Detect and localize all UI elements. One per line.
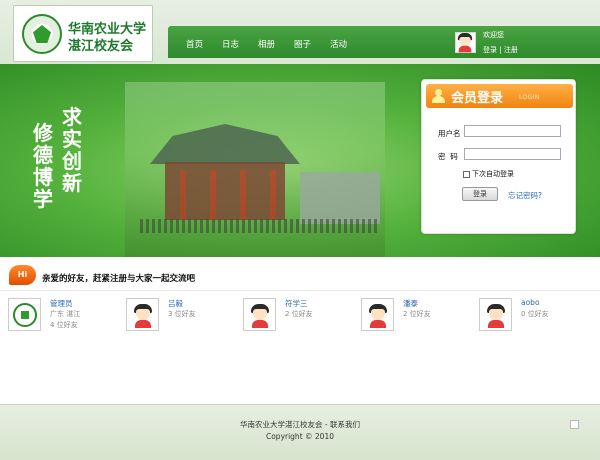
motto-char: 博: [33, 165, 53, 189]
login-title-en: LOGIN: [519, 93, 540, 101]
password-label: 密 码: [438, 152, 458, 161]
main-nav: 首页 日志 相册 圈子 活动: [168, 26, 600, 58]
friend-card: 管理员 广东 湛江 4 位好友: [8, 298, 118, 338]
friend-avatar[interactable]: [243, 298, 276, 331]
user-icon: [432, 89, 445, 103]
friend-card: 符学三 2 位好友: [243, 298, 353, 338]
friend-avatar[interactable]: [126, 298, 159, 331]
friend-avatar[interactable]: [479, 298, 512, 331]
nav-item-events[interactable]: 活动: [330, 38, 347, 50]
back-to-top-icon[interactable]: [570, 420, 579, 429]
nav-item-blog[interactable]: 日志: [222, 38, 239, 50]
friend-count: 2 位好友: [285, 310, 313, 318]
crowd: [140, 219, 380, 233]
friend-count: 4 位好友: [50, 321, 78, 329]
campus-building: [300, 172, 380, 224]
auth-links: 登录 | 注册: [483, 45, 518, 55]
register-link[interactable]: 注册: [504, 46, 518, 54]
campus-hall: [165, 162, 285, 220]
motto-char: 修: [33, 121, 53, 145]
motto-char: 创: [62, 149, 82, 173]
motto-char: 德: [33, 143, 53, 167]
default-user-avatar-icon: [133, 304, 153, 328]
login-submit-button[interactable]: 登录: [462, 187, 498, 201]
friend-card: 吕毅 3 位好友: [126, 298, 236, 338]
nav-item-home[interactable]: 首页: [186, 38, 203, 50]
username-input[interactable]: [464, 125, 561, 137]
auth-separator: |: [499, 46, 502, 54]
divider: [0, 290, 600, 291]
member-login-panel: 会员登录 LOGIN 用户名 密 码 下次自动登录 登录 忘记密码?: [421, 79, 576, 234]
motto-char: 求: [62, 105, 82, 129]
default-user-avatar-icon: [250, 304, 270, 328]
friend-location: 广东 湛江: [50, 310, 81, 318]
remember-label: 下次自动登录: [472, 170, 514, 178]
default-user-avatar-icon: [457, 33, 473, 53]
friend-avatar[interactable]: [361, 298, 394, 331]
friend-card: 潘泰 2 位好友: [361, 298, 471, 338]
username-label: 用户名: [438, 129, 461, 138]
friend-name[interactable]: aobo: [521, 298, 540, 307]
friend-card: aobo 0 位好友: [479, 298, 589, 338]
motto-col-right: 求 实 创 新: [62, 106, 82, 194]
motto-char: 新: [62, 171, 82, 195]
footer-links[interactable]: 华南农业大学湛江校友会 - 联系我们: [0, 419, 600, 430]
login-link[interactable]: 登录: [483, 46, 497, 54]
remember-me[interactable]: 下次自动登录: [463, 169, 514, 179]
welcome-text: 欢迎您: [483, 31, 504, 39]
site-logo[interactable]: 华南农业大学 湛江校友会: [13, 5, 153, 62]
motto-char: 实: [62, 127, 82, 151]
motto-char: 学: [33, 187, 53, 211]
password-input[interactable]: [464, 148, 561, 160]
friend-count: 0 位好友: [521, 310, 549, 318]
friend-count: 3 位好友: [168, 310, 196, 318]
university-emblem-icon: [13, 303, 37, 327]
motto-col-left: 修 德 博 学: [33, 122, 53, 210]
friend-count: 2 位好友: [403, 310, 431, 318]
nav-item-album[interactable]: 相册: [258, 38, 275, 50]
nav-item-groups[interactable]: 圈子: [294, 38, 311, 50]
friends-title: 亲爱的好友，赶紧注册与大家一起交流吧: [42, 274, 196, 284]
footer-copyright: Copyright © 2010: [265, 432, 334, 441]
login-header: 会员登录 LOGIN: [426, 84, 573, 108]
university-emblem-icon: [22, 14, 62, 54]
friend-name[interactable]: 吕毅: [168, 298, 183, 309]
default-user-avatar-icon: [368, 304, 388, 328]
default-user-avatar-icon: [486, 304, 506, 328]
forgot-password-link[interactable]: 忘记密码?: [508, 190, 542, 201]
friend-avatar[interactable]: [8, 298, 41, 331]
footer: 华南农业大学湛江校友会 - 联系我们 Copyright © 2010: [0, 404, 600, 460]
user-avatar[interactable]: [455, 32, 476, 53]
remember-checkbox[interactable]: [463, 170, 470, 178]
site-name-line2: 湛江校友会: [68, 39, 134, 54]
hi-badge: Hi: [9, 265, 36, 285]
friend-name[interactable]: 管理员: [50, 298, 73, 309]
login-title: 会员登录: [451, 91, 504, 106]
friend-name[interactable]: 潘泰: [403, 298, 418, 309]
friend-name[interactable]: 符学三: [285, 298, 308, 309]
